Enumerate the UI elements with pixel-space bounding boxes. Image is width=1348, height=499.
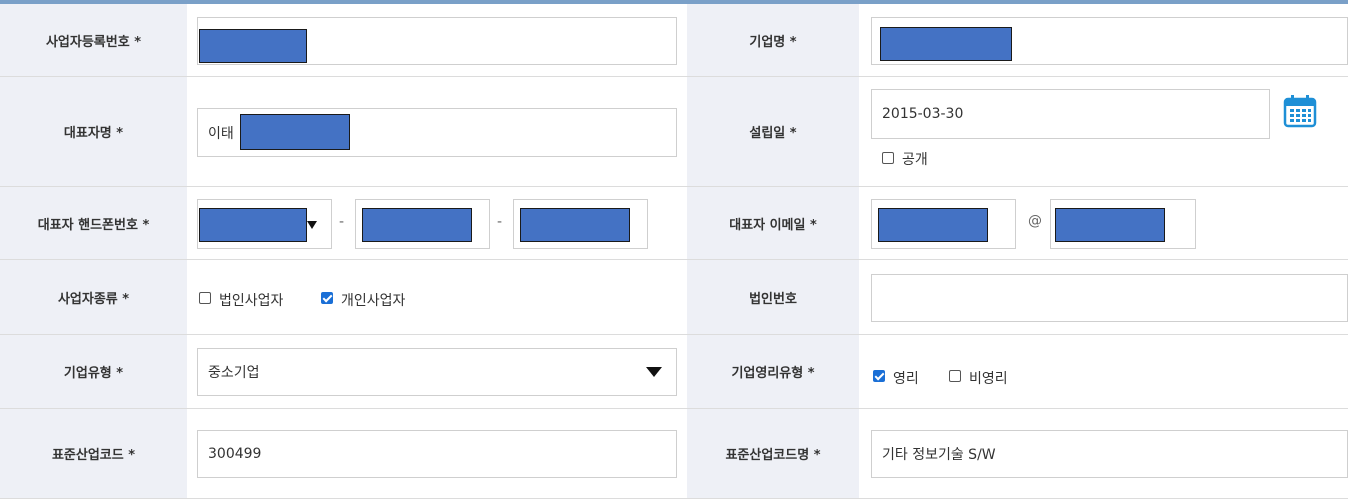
- founded-date-value: 2015-03-30: [882, 106, 964, 122]
- row-biz-type: 사업자종류 * 법인사업자 개인사업자 법인번호: [0, 260, 1348, 335]
- industry-code-value: 300499: [208, 446, 262, 462]
- industry-code-input[interactable]: 300499: [197, 430, 677, 478]
- row-biz-reg: 사업자등록번호 * 기업명 *: [0, 4, 1348, 77]
- corp-no-input[interactable]: [871, 274, 1348, 322]
- chevron-down-icon: [307, 221, 317, 229]
- label-profit-type: 기업영리유형 *: [687, 335, 859, 408]
- redaction: [520, 208, 630, 242]
- profit-label: 영리: [893, 371, 919, 387]
- redaction: [362, 208, 472, 242]
- label-ceo-name: 대표자명 *: [0, 77, 187, 186]
- label-industry-name: 표준산업코드명 *: [687, 409, 859, 498]
- individual-checkbox[interactable]: [321, 292, 333, 304]
- label-biz-type: 사업자종류 *: [0, 260, 187, 334]
- ceo-name-value: 이태: [208, 125, 234, 142]
- label-founded-date: 설립일 *: [687, 77, 859, 186]
- redaction: [240, 114, 350, 150]
- chevron-down-icon: [646, 367, 662, 377]
- calendar-icon[interactable]: [1282, 93, 1318, 129]
- phone-separator: -: [339, 214, 345, 230]
- label-biz-reg-no: 사업자등록번호 *: [0, 4, 187, 76]
- phone-separator: -: [497, 214, 503, 230]
- label-ceo-phone: 대표자 핸드폰번호 *: [0, 187, 187, 259]
- profit-checkbox[interactable]: [873, 370, 885, 382]
- redaction: [878, 208, 988, 242]
- redaction: [199, 29, 307, 63]
- row-ceo-name: 대표자명 * 이태 설립일 * 2015-03-30 공개: [0, 77, 1348, 187]
- label-ceo-email: 대표자 이메일 *: [687, 187, 859, 259]
- row-ceo-contact: 대표자 핸드폰번호 * - - 대표자 이메일 * @: [0, 187, 1348, 260]
- redaction: [199, 208, 307, 242]
- row-industry: 표준산업코드 * 300499 표준산업코드명 * 기타 정보기술 S/W: [0, 409, 1348, 499]
- email-at-sign: @: [1028, 213, 1042, 229]
- public-label: 공개: [902, 152, 928, 168]
- corporate-checkbox[interactable]: [199, 292, 211, 304]
- nonprofit-checkbox[interactable]: [949, 370, 961, 382]
- redaction: [1055, 208, 1165, 242]
- company-type-select[interactable]: 중소기업: [197, 348, 677, 396]
- label-company-type: 기업유형 *: [0, 335, 187, 408]
- industry-name-value: 기타 정보기술 S/W: [882, 447, 996, 463]
- row-company-type: 기업유형 * 중소기업 기업영리유형 * 영리 비영리: [0, 335, 1348, 409]
- company-type-value: 중소기업: [208, 365, 260, 381]
- nonprofit-label: 비영리: [969, 371, 1008, 387]
- redaction: [880, 27, 1012, 61]
- public-checkbox[interactable]: [882, 152, 894, 164]
- label-corp-no: 법인번호: [687, 260, 859, 334]
- founded-date-input[interactable]: 2015-03-30: [871, 89, 1270, 139]
- label-company-name: 기업명 *: [687, 4, 859, 76]
- industry-name-input[interactable]: 기타 정보기술 S/W: [871, 430, 1348, 478]
- label-industry-code: 표준산업코드 *: [0, 409, 187, 498]
- corporate-label: 법인사업자: [219, 293, 284, 309]
- individual-label: 개인사업자: [341, 293, 406, 309]
